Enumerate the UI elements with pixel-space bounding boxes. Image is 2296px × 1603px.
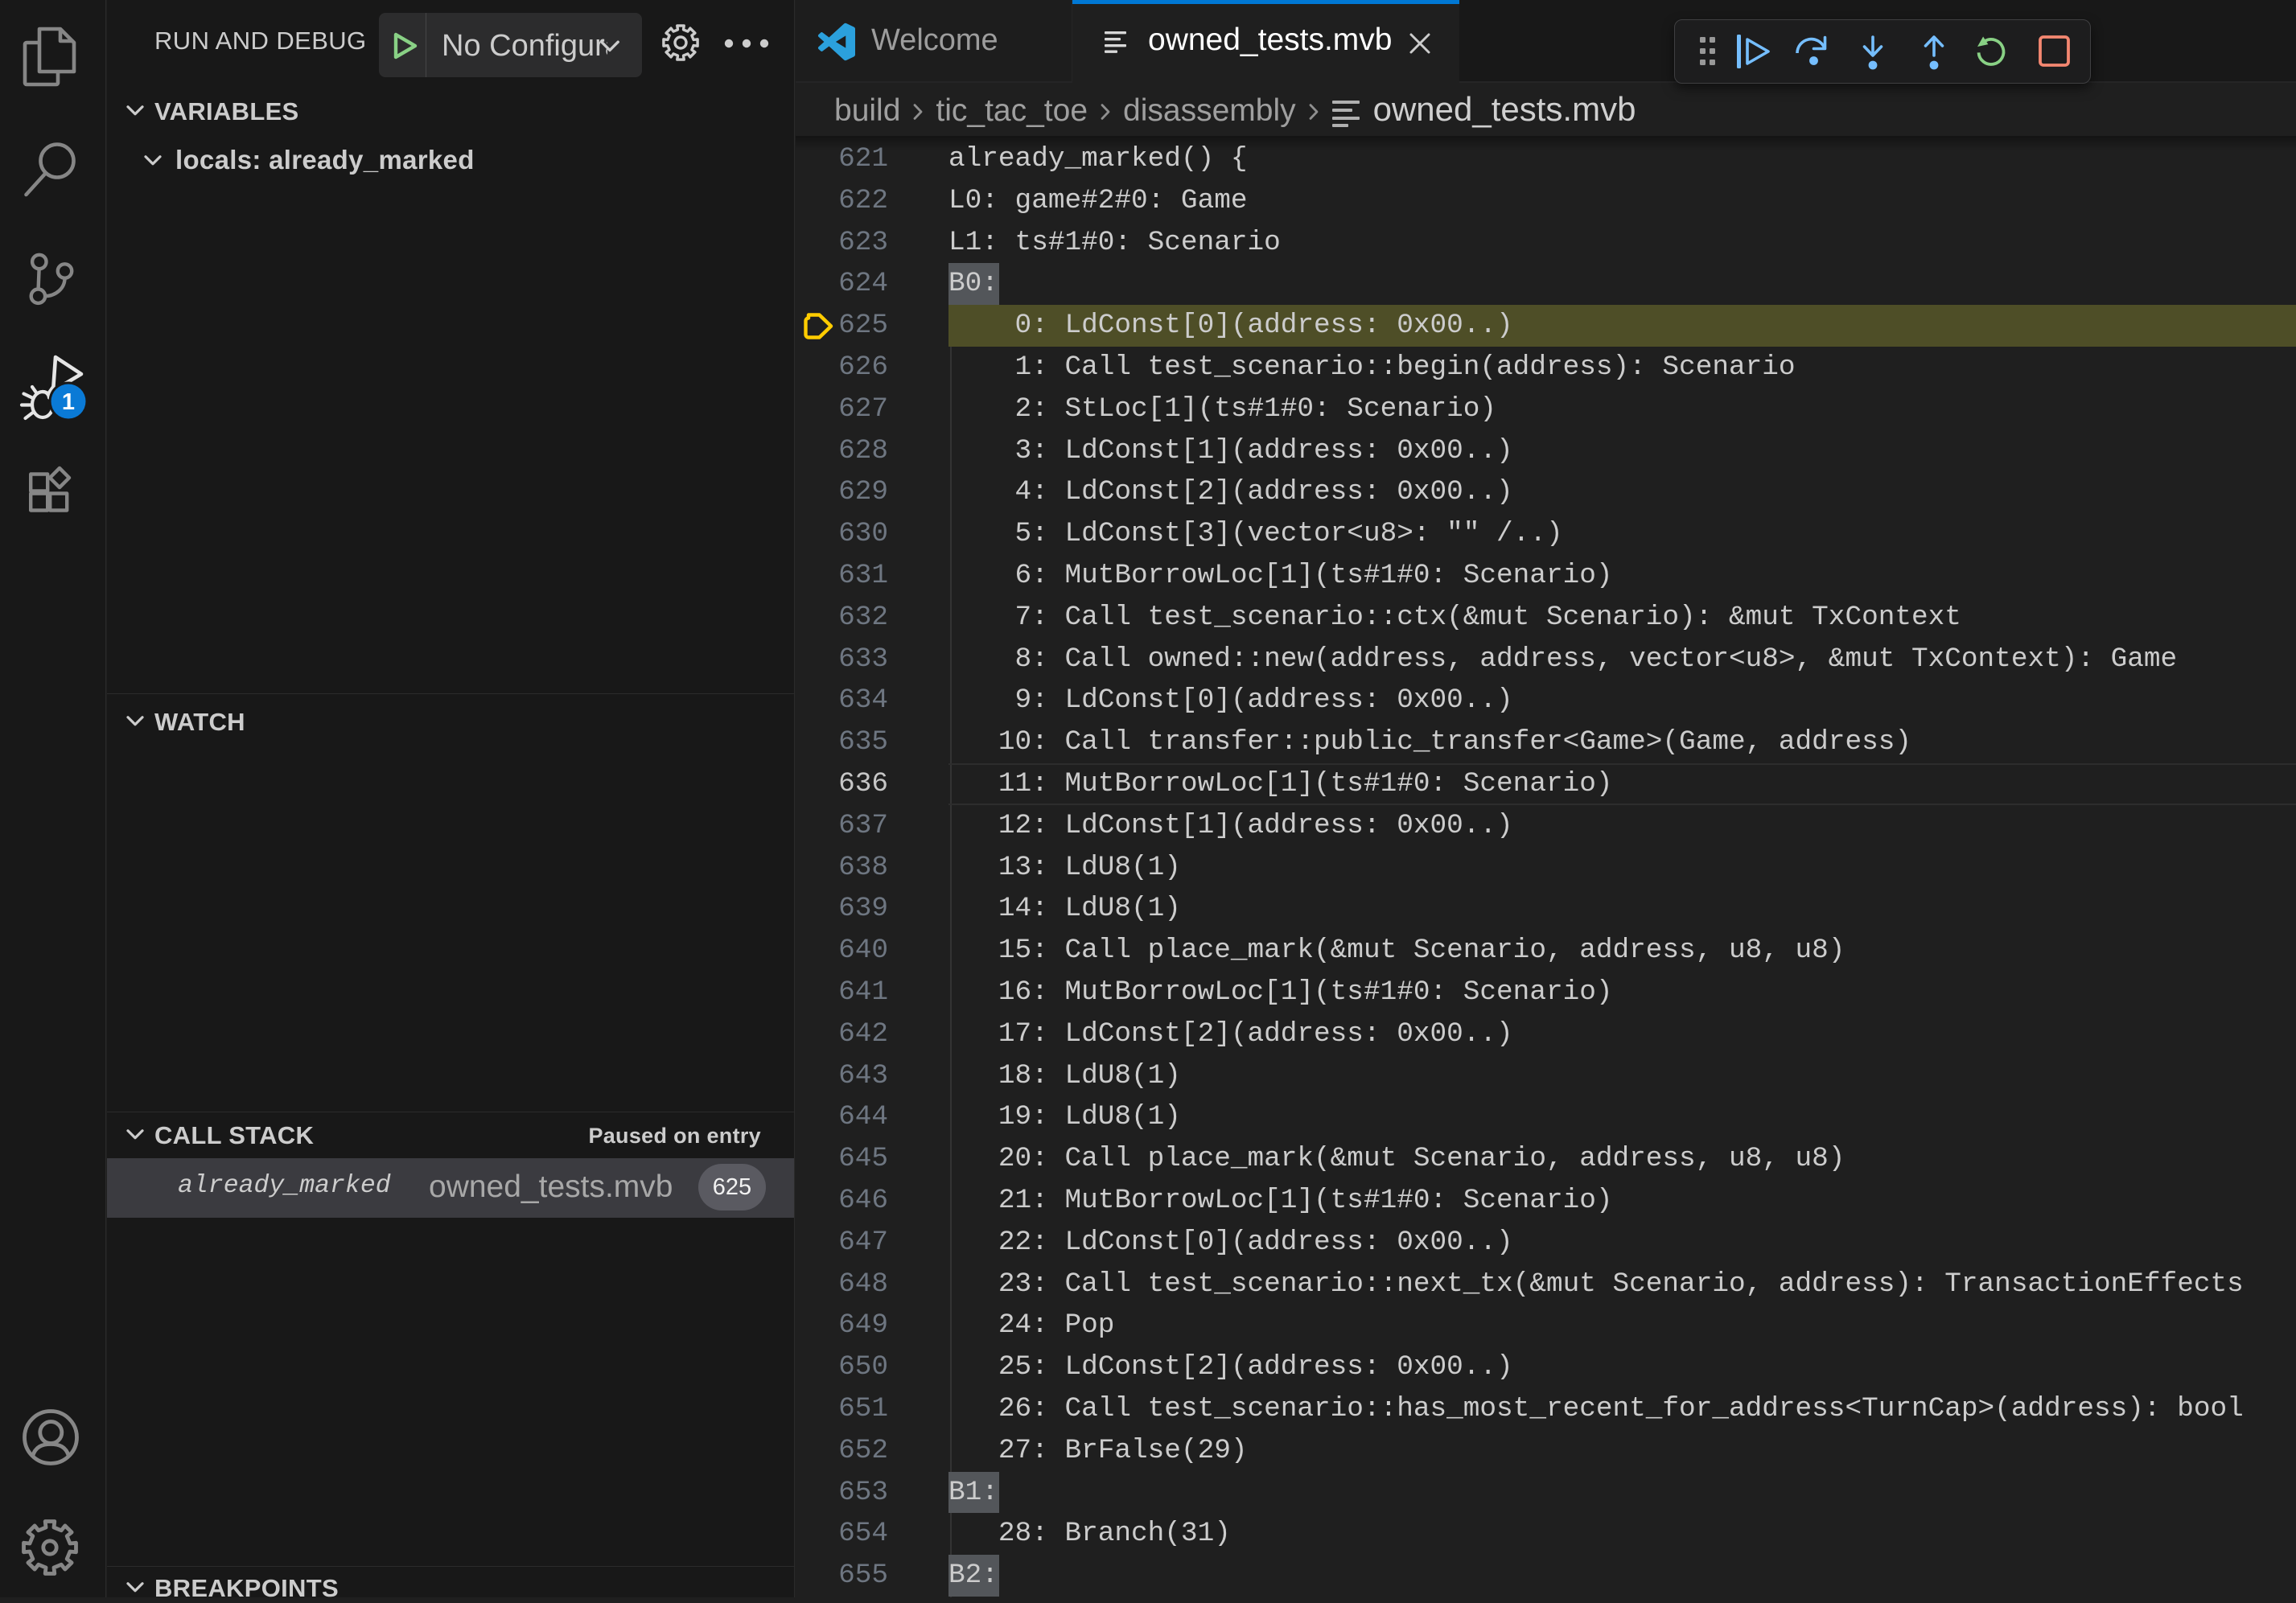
svg-text:1: 1 [62, 389, 75, 415]
